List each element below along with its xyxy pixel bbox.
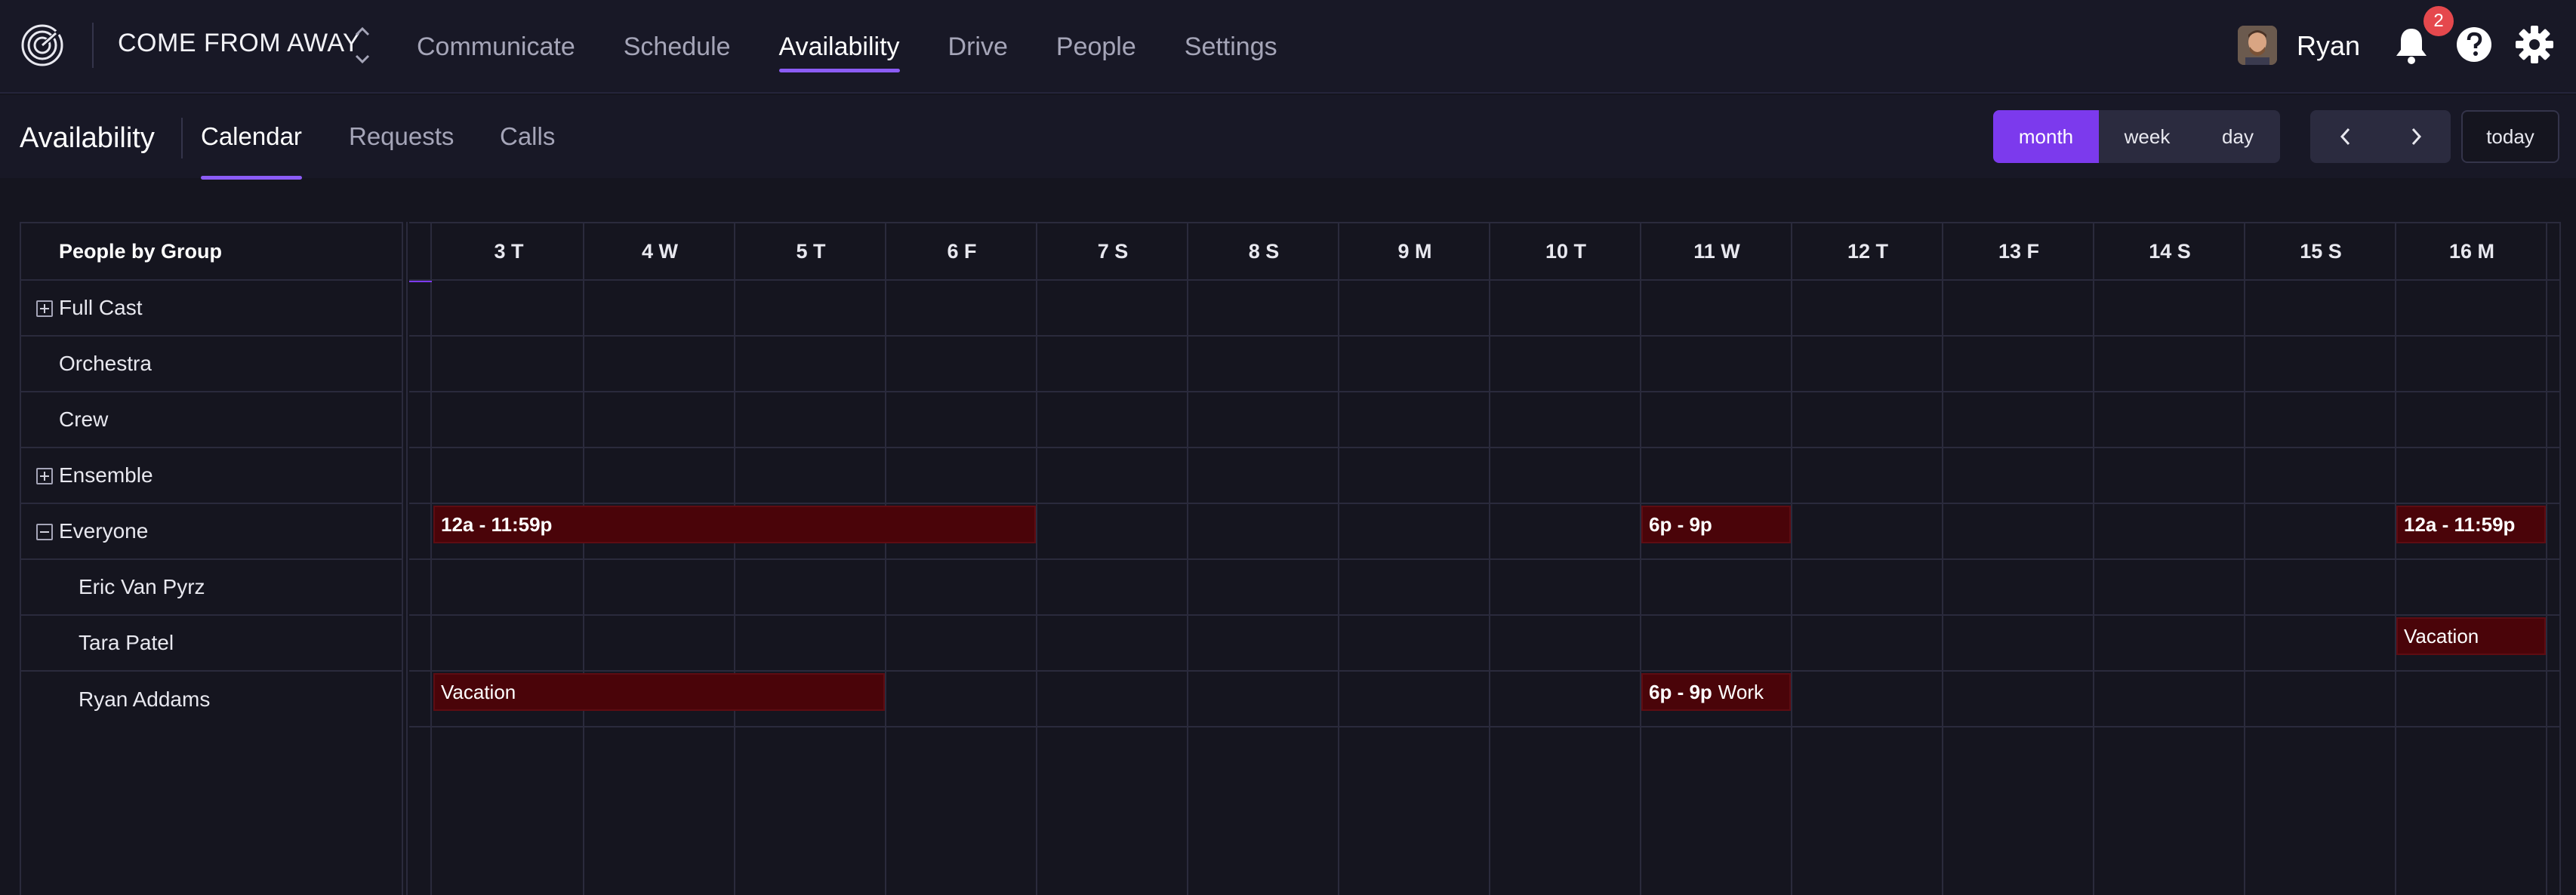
week-view-button[interactable]: week bbox=[2099, 110, 2195, 163]
event-time: 12a - 11:59p bbox=[441, 512, 553, 536]
day-header: 13 F bbox=[1998, 239, 2040, 263]
calendar-area: 3 T 4 W 5 T 6 F 7 S 8 S 9 M 10 T 11 W 12 T 13 F 14 … bbox=[409, 222, 2561, 895]
top-bar: COME FROM AWAY Communicate Schedule Avai… bbox=[0, 0, 2576, 94]
avatar[interactable] bbox=[2238, 26, 2277, 65]
row-divider bbox=[409, 279, 2561, 281]
availability-event[interactable]: 6p - 9p Work bbox=[1641, 673, 1791, 711]
row-divider bbox=[409, 503, 2561, 504]
availability-event[interactable]: Vacation bbox=[433, 673, 885, 711]
user-name[interactable]: Ryan bbox=[2297, 30, 2360, 62]
notification-badge: 2 bbox=[2423, 6, 2454, 36]
day-header: 12 T bbox=[1847, 239, 1889, 263]
row-divider bbox=[409, 335, 2561, 337]
day-header: 14 S bbox=[2149, 239, 2191, 263]
day-header: 10 T bbox=[1545, 239, 1587, 263]
group-row-label: Eric Van Pyrz bbox=[79, 575, 205, 598]
nav-communicate[interactable]: Communicate bbox=[417, 0, 575, 94]
event-note: Vacation bbox=[2404, 624, 2479, 647]
nav-people[interactable]: People bbox=[1056, 0, 1136, 94]
month-view-button[interactable]: month bbox=[1993, 110, 2099, 163]
page-title: Availability bbox=[20, 122, 155, 154]
tab-requests[interactable]: Requests bbox=[349, 95, 454, 178]
group-row[interactable]: Full Cast bbox=[21, 281, 402, 337]
help-icon[interactable] bbox=[2455, 26, 2493, 63]
day-header: 15 S bbox=[2300, 239, 2342, 263]
group-row[interactable]: Crew bbox=[21, 392, 402, 448]
day-header: 8 S bbox=[1248, 239, 1280, 263]
expand-icon[interactable] bbox=[36, 468, 53, 484]
day-header: 4 W bbox=[641, 239, 678, 263]
nav-availability[interactable]: Availability bbox=[778, 0, 900, 94]
people-header: People by Group bbox=[21, 223, 402, 281]
today-button[interactable]: today bbox=[2461, 110, 2559, 163]
gear-icon[interactable] bbox=[2514, 24, 2555, 65]
group-row[interactable]: Tara Patel bbox=[21, 616, 402, 672]
tab-calendar[interactable]: Calendar bbox=[201, 95, 302, 180]
day-header: 16 M bbox=[2448, 239, 2495, 263]
title-divider bbox=[181, 118, 183, 158]
day-header: 7 S bbox=[1097, 239, 1129, 263]
row-divider bbox=[409, 670, 2561, 672]
next-button[interactable] bbox=[2380, 110, 2451, 163]
day-view-button[interactable]: day bbox=[2195, 110, 2280, 163]
nav-schedule[interactable]: Schedule bbox=[624, 0, 731, 94]
day-header: 6 F bbox=[947, 239, 977, 263]
day-header: 11 W bbox=[1693, 239, 1740, 263]
date-navigation bbox=[2310, 110, 2451, 163]
day-header: 5 T bbox=[796, 239, 826, 263]
availability-event[interactable]: 12a - 11:59p bbox=[2396, 506, 2546, 543]
event-time: 12a - 11:59p bbox=[2404, 512, 2516, 536]
row-divider bbox=[409, 726, 2561, 727]
row-divider bbox=[409, 391, 2561, 392]
row-divider bbox=[409, 447, 2561, 448]
row-divider bbox=[409, 558, 2561, 560]
people-panel: People by Group Full Cast Orchestra Crew En… bbox=[20, 222, 403, 895]
sub-header: Availability Calendar Requests Calls mon… bbox=[0, 95, 2576, 180]
group-row[interactable]: Everyone bbox=[21, 504, 402, 560]
availability-event[interactable]: Vacation bbox=[2396, 617, 2546, 655]
availability-event[interactable]: 6p - 9p bbox=[1641, 506, 1791, 543]
view-switcher: month week day bbox=[1993, 110, 2280, 163]
group-row[interactable]: Orchestra bbox=[21, 337, 402, 392]
group-row[interactable]: Ryan Addams bbox=[21, 672, 402, 727]
group-row[interactable]: Ensemble bbox=[21, 448, 402, 504]
availability-grid: People by Group Full Cast Orchestra Crew En… bbox=[20, 222, 2561, 895]
event-time: 6p - 9p bbox=[1649, 680, 1712, 703]
chevron-right-icon bbox=[2411, 128, 2421, 146]
nav-settings[interactable]: Settings bbox=[1185, 0, 1277, 94]
event-note: Work bbox=[1718, 680, 1764, 703]
chevron-left-icon bbox=[2340, 128, 2350, 146]
logo-divider bbox=[92, 23, 94, 68]
app-logo-icon[interactable] bbox=[20, 23, 65, 68]
availability-event[interactable]: 12a - 11:59p bbox=[433, 506, 1036, 543]
event-time: 6p - 9p bbox=[1649, 512, 1712, 536]
bell-icon[interactable] bbox=[2392, 24, 2431, 66]
day-header: 3 T bbox=[494, 239, 524, 263]
panel-resizer[interactable] bbox=[403, 222, 408, 895]
project-name[interactable]: COME FROM AWAY bbox=[118, 29, 360, 58]
group-row-label: Ryan Addams bbox=[79, 687, 211, 711]
group-row-label: Orchestra bbox=[59, 352, 152, 375]
nav-drive[interactable]: Drive bbox=[948, 0, 1008, 94]
tab-calls[interactable]: Calls bbox=[500, 95, 555, 178]
chevron-up-down-icon[interactable] bbox=[350, 21, 374, 69]
expand-icon[interactable] bbox=[36, 300, 53, 317]
previous-button[interactable] bbox=[2310, 110, 2380, 163]
main-nav: Communicate Schedule Availability Drive … bbox=[417, 0, 1326, 94]
group-row[interactable]: Eric Van Pyrz bbox=[21, 560, 402, 616]
group-row-label: Tara Patel bbox=[79, 631, 174, 654]
day-header: 9 M bbox=[1397, 239, 1432, 263]
collapse-icon[interactable] bbox=[36, 524, 53, 540]
row-divider bbox=[409, 614, 2561, 616]
event-note: Vacation bbox=[441, 680, 516, 703]
group-row-label: Crew bbox=[59, 408, 109, 431]
